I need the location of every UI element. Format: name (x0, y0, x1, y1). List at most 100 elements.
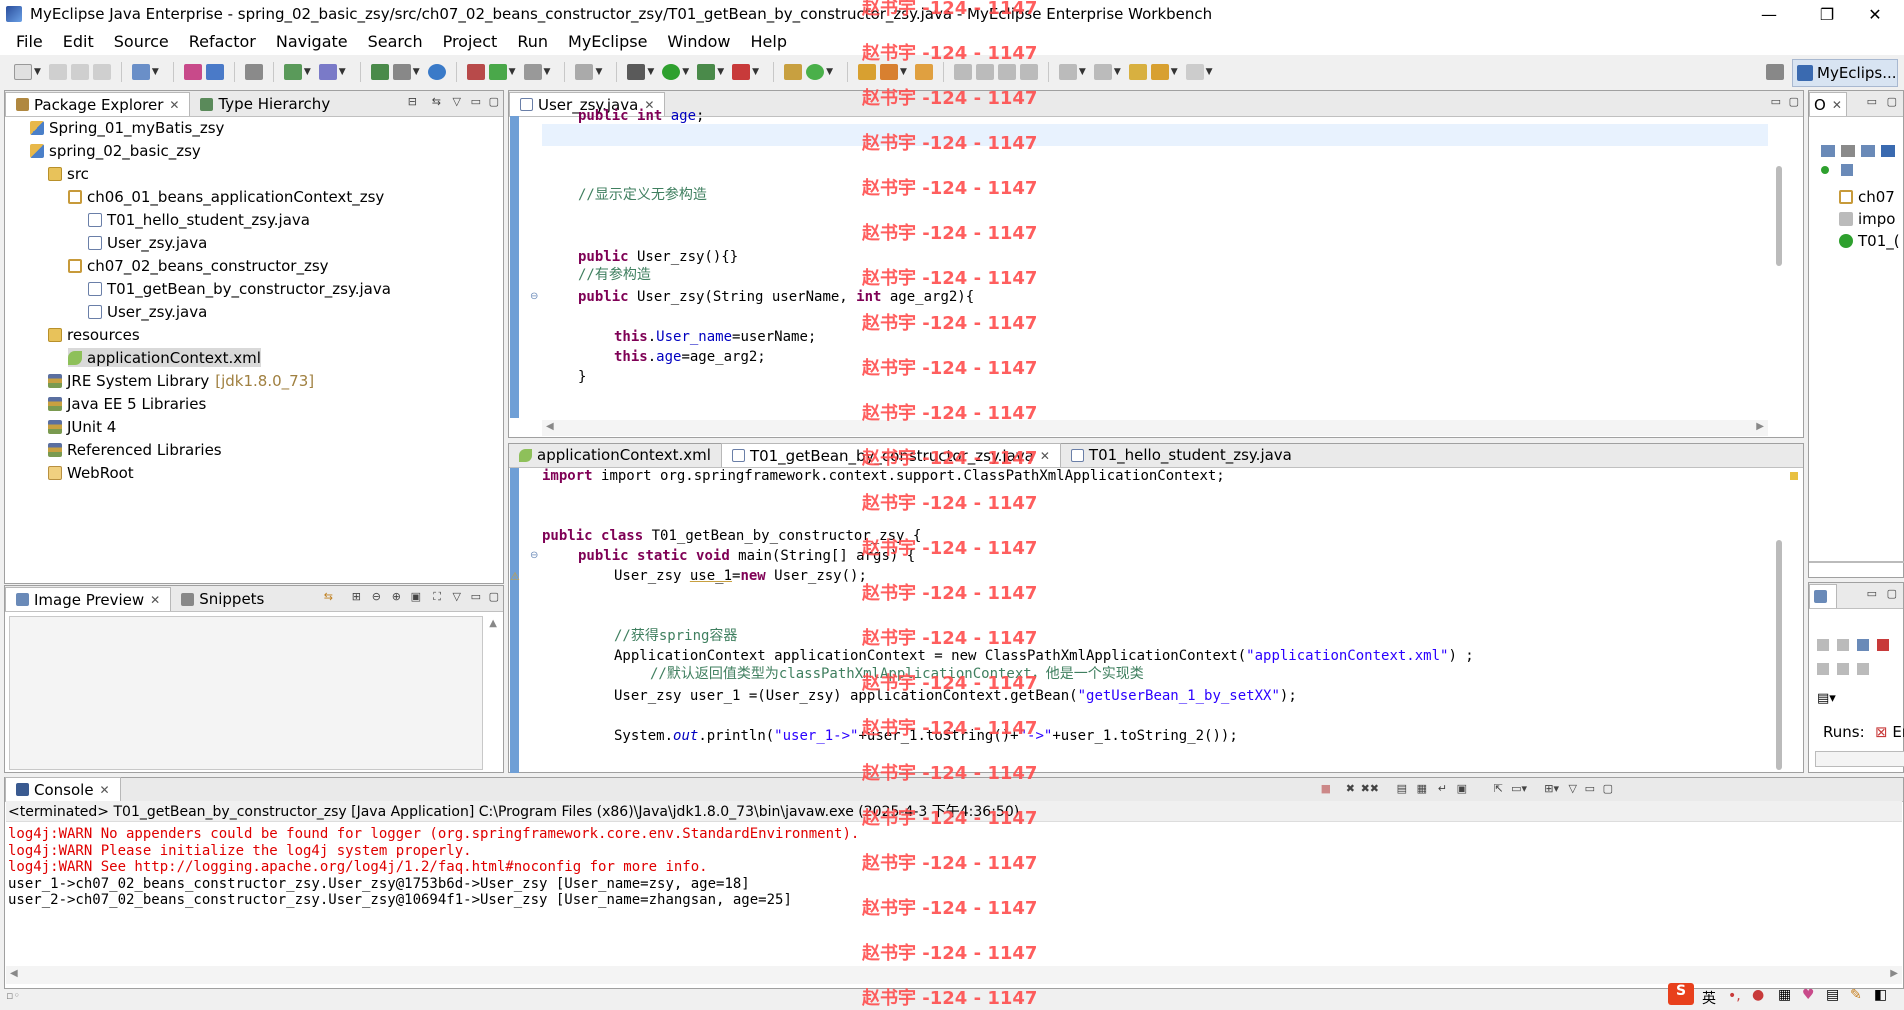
tree-item[interactable]: T01_hello_student_zsy.java (88, 210, 310, 229)
menu-refactor[interactable]: Refactor (179, 32, 266, 51)
tab-t01-hello-student[interactable]: T01_hello_student_zsy.java (1061, 443, 1302, 467)
tree-item[interactable]: JUnit 4 (48, 417, 116, 436)
zoom-out-icon[interactable]: ⊖ (372, 590, 381, 603)
actual-size-icon[interactable]: ▣ (411, 590, 421, 603)
open-folder-icon[interactable] (857, 64, 876, 80)
tools-icon[interactable] (523, 64, 542, 80)
tree-item[interactable]: resources (48, 325, 140, 344)
perspective-switcher[interactable]: MyEclips... (1792, 59, 1898, 87)
tab-package-explorer[interactable]: Package Explorer ✕ (5, 92, 191, 116)
close-icon[interactable]: ✕ (100, 783, 110, 797)
format-icon[interactable] (975, 64, 994, 80)
menu-help[interactable]: Help (741, 32, 797, 51)
menu-source[interactable]: Source (104, 32, 179, 51)
close-button[interactable]: ✕ (1846, 0, 1904, 28)
block-icon[interactable] (997, 64, 1016, 80)
menu-window[interactable]: Window (657, 32, 740, 51)
tree-item[interactable]: JRE System Library [jdk1.8.0_73] (48, 371, 314, 390)
minimize-button[interactable]: — (1740, 0, 1798, 28)
browser-icon[interactable] (318, 64, 337, 80)
tree-item[interactable]: ch06_01_beans_applicationContext_zsy (68, 187, 384, 206)
tab-type-hierarchy[interactable]: Type Hierarchy (190, 92, 340, 116)
stop-icon[interactable] (1857, 663, 1869, 675)
debug-bug-icon[interactable] (627, 64, 646, 80)
tree-item[interactable]: spring_02_basic_zsy (30, 141, 201, 160)
open-resource-icon[interactable] (205, 64, 224, 80)
maximize-view-icon[interactable]: ▢ (489, 95, 499, 108)
manage-icon[interactable] (466, 64, 485, 80)
view-menu-icon[interactable]: ▽ (453, 95, 461, 108)
terminal-icon[interactable] (575, 64, 594, 80)
ime-punct-icon[interactable]: •, (1728, 988, 1741, 1004)
new-java-icon[interactable] (806, 64, 825, 80)
scroll-left-icon[interactable]: ◀ (546, 421, 554, 432)
run-icon[interactable] (662, 64, 681, 80)
collapse-all-icon[interactable]: ⊟ (408, 95, 417, 108)
terminate-icon[interactable]: ■ (1321, 782, 1331, 795)
scroll-lock-icon[interactable] (1877, 639, 1889, 651)
ime-language[interactable]: 英 (1702, 988, 1716, 1008)
scroll-left-icon[interactable]: ◀ (10, 968, 18, 979)
show-failures-icon[interactable] (1857, 639, 1869, 651)
prev-failure-icon[interactable] (1837, 639, 1849, 651)
tree-item[interactable]: WebRoot (48, 463, 134, 482)
new-class-icon[interactable] (784, 64, 803, 80)
new-server-icon[interactable] (488, 64, 507, 80)
tree-item[interactable]: Referenced Libraries (48, 440, 222, 459)
hide-static-icon[interactable] (1881, 145, 1895, 157)
maximize-view-icon[interactable]: ▢ (1789, 95, 1799, 108)
remove-launch-icon[interactable]: ✖ (1346, 782, 1355, 795)
tab-console[interactable]: Console ✕ (5, 777, 121, 801)
view-menu-icon[interactable]: ▽ (453, 590, 461, 603)
external-tools-icon[interactable] (732, 64, 751, 80)
microphone-icon[interactable]: ● (1752, 987, 1764, 1003)
collapse-icon[interactable] (1821, 145, 1835, 157)
menu-navigate[interactable]: Navigate (266, 32, 358, 51)
remove-all-icon[interactable]: ✖✖ (1361, 782, 1379, 795)
tree-item[interactable]: applicationContext.xml (68, 348, 261, 367)
scroll-right-icon[interactable]: ▶ (1890, 968, 1898, 979)
scroll-right-icon[interactable]: ▶ (1756, 421, 1764, 432)
back-icon[interactable] (1150, 64, 1169, 80)
search-icon[interactable] (879, 64, 898, 80)
tree-item[interactable]: Spring_01_myBatis_zsy (30, 118, 224, 137)
fold-icon[interactable]: ⊖ (530, 291, 538, 302)
open-perspective-icon[interactable] (1766, 64, 1784, 80)
last-edit-icon[interactable] (1128, 64, 1147, 80)
save-icon[interactable] (48, 64, 67, 80)
word-wrap-icon[interactable]: ↵ (1438, 782, 1447, 795)
show-whitespace-icon[interactable] (1019, 64, 1038, 80)
ant-icon[interactable] (392, 64, 411, 80)
tab-applicationcontext-xml[interactable]: applicationContext.xml (509, 443, 721, 467)
rerun-failed-icon[interactable] (1837, 663, 1849, 675)
minimize-view-icon[interactable]: ▭ (1867, 587, 1877, 600)
open-type-icon[interactable] (183, 64, 202, 80)
tab-outline[interactable]: O ✕ (1809, 92, 1847, 116)
vertical-scrollbar-thumb[interactable] (1776, 540, 1782, 770)
overview-warning-icon[interactable] (1790, 472, 1798, 480)
pen-icon[interactable] (914, 64, 933, 80)
maximize-view-icon[interactable]: ▢ (1603, 782, 1613, 795)
minimize-view-icon[interactable]: ▭ (471, 590, 481, 603)
menu-run[interactable]: Run (507, 32, 558, 51)
tab-snippets[interactable]: Snippets (171, 587, 274, 611)
view-menu-icon[interactable]: ▽ (1569, 782, 1577, 795)
close-icon[interactable]: ✕ (1832, 98, 1842, 112)
sort-icon[interactable] (1841, 145, 1855, 157)
fold-icon[interactable]: ⊖ (530, 550, 538, 561)
minimize-view-icon[interactable]: ▭ (471, 95, 481, 108)
minimize-view-icon[interactable]: ▭ (1771, 95, 1781, 108)
clear-console-icon[interactable]: ▤ (1397, 782, 1407, 795)
pin-console-icon[interactable]: ⇱ (1494, 782, 1503, 795)
display-console-icon[interactable]: ▭▾ (1511, 782, 1527, 795)
ime-settings-icon[interactable]: ◧ (1874, 987, 1887, 1003)
maximize-view-icon[interactable]: ▢ (1887, 587, 1897, 600)
outline-item-imports[interactable]: impo (1839, 209, 1895, 228)
ime-logo-icon[interactable]: S (1668, 983, 1694, 1005)
open-console-icon[interactable]: ⊞▾ (1544, 782, 1559, 795)
tree-item[interactable]: User_zsy.java (88, 233, 207, 252)
tree-item[interactable]: src (48, 164, 89, 183)
tab-image-preview[interactable]: Image Preview ✕ (5, 587, 172, 611)
print-icon[interactable] (92, 64, 111, 80)
hide-fields-icon[interactable] (1861, 145, 1875, 157)
